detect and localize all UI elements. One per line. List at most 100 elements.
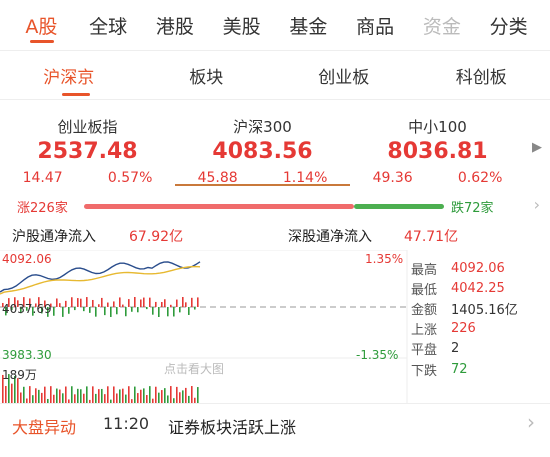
sub-tabs: 沪深京 板块 创业板 科创板 xyxy=(0,51,550,99)
tick-bar xyxy=(56,298,58,307)
market-breadth[interactable]: 涨226家 跌72家 › xyxy=(0,192,550,220)
subtab-sector[interactable]: 板块 xyxy=(138,63,276,88)
volume-bar xyxy=(26,398,28,403)
tick-bar xyxy=(131,307,133,312)
tab-category[interactable]: 分类 xyxy=(475,12,542,39)
volume-bar xyxy=(167,395,169,403)
stat-key: 平盘 xyxy=(411,343,438,359)
tick-bar xyxy=(92,299,94,307)
subtab-chinext[interactable]: 创业板 xyxy=(275,63,413,88)
tick-bar xyxy=(167,307,169,317)
tab-global[interactable]: 全球 xyxy=(75,12,142,39)
index-card-chinext[interactable]: 创业板指 2537.48 14.47 0.57% xyxy=(0,116,175,186)
decliners-bar xyxy=(354,204,444,209)
volume-bar xyxy=(29,386,31,403)
tick-bar xyxy=(188,307,190,315)
tab-us[interactable]: 美股 xyxy=(208,12,275,39)
index-card-csi300[interactable]: 沪深300 4083.56 45.88 1.14% xyxy=(175,116,350,186)
tick-bar xyxy=(134,297,136,307)
sz-connect-label: 深股通净流入 xyxy=(288,229,372,245)
volume-bar xyxy=(137,393,139,403)
tick-bar xyxy=(137,307,139,313)
tab-fund[interactable]: 基金 xyxy=(275,12,342,39)
decliners-label: 跌72家 xyxy=(451,201,494,216)
avg-price-line xyxy=(0,265,201,295)
tick-bar xyxy=(125,307,127,317)
index-card-sme100[interactable]: 中小100 8036.81 49.36 0.62% xyxy=(350,116,525,186)
tick-bar xyxy=(89,307,91,313)
tick-bar xyxy=(116,307,118,315)
expand-right-icon[interactable]: ▶ xyxy=(532,140,542,155)
stat-value: 4092.06 xyxy=(451,260,505,276)
alert-time: 11:20 xyxy=(103,414,150,433)
chart-watermark: 点击看大图 xyxy=(164,362,225,376)
tick-bar xyxy=(140,299,142,307)
volume-bar xyxy=(92,386,94,403)
volume-bar xyxy=(59,389,61,403)
subtab-star[interactable]: 科创板 xyxy=(413,63,550,88)
index-change-row: 49.36 0.62% xyxy=(350,170,525,186)
market-alert-row[interactable]: 大盘异动 11:20 证券板块活跃上涨 › xyxy=(0,404,550,444)
volume-bar xyxy=(86,386,88,403)
stat-row: 最低 4042.25 xyxy=(411,278,550,298)
tab-capital[interactable]: 资金 xyxy=(409,12,476,39)
intraday-chart[interactable]: 4092.06 1.35% 4037.69 点击看大图 3983.30 -1.3… xyxy=(0,250,550,403)
volume-bar xyxy=(194,397,196,403)
volume-bar xyxy=(134,386,136,403)
volume-bar xyxy=(107,386,109,403)
volume-bar xyxy=(176,386,178,403)
volume-bar xyxy=(65,386,67,403)
tick-bar xyxy=(95,307,97,317)
stat-row: 下跌 72 xyxy=(411,359,550,379)
tick-bar xyxy=(173,307,175,317)
volume-bar xyxy=(62,393,64,403)
volume-bar xyxy=(23,386,25,403)
tick-bar xyxy=(182,297,184,307)
volume-bar xyxy=(98,389,100,403)
stat-value: 72 xyxy=(451,361,468,377)
chevron-right-icon[interactable]: › xyxy=(534,195,540,214)
volume-bar xyxy=(47,398,49,403)
tick-bar xyxy=(176,299,178,307)
volume-bar xyxy=(191,386,193,403)
sh-connect-amount: 67.92亿 xyxy=(129,229,184,245)
tick-bar xyxy=(86,297,88,307)
volume-bar xyxy=(179,392,181,403)
chart-high-pct: 1.35% xyxy=(365,252,404,266)
index-change: 49.36 xyxy=(372,170,413,186)
tick-bar xyxy=(149,297,151,307)
volume-bar xyxy=(80,389,82,403)
volume-bar xyxy=(41,392,43,403)
volume-bar xyxy=(119,389,121,403)
volume-bar xyxy=(143,388,145,403)
index-value: 2537.48 xyxy=(37,139,138,164)
chevron-right-icon[interactable]: › xyxy=(527,410,535,434)
index-change: 14.47 xyxy=(22,170,63,186)
tab-hk[interactable]: 港股 xyxy=(142,12,209,39)
index-change-pct: 0.57% xyxy=(107,170,153,186)
tick-bar xyxy=(65,300,67,307)
volume-bar xyxy=(101,388,103,403)
stat-key: 下跌 xyxy=(411,363,438,379)
volume-bar xyxy=(32,395,34,403)
advancers-bar xyxy=(84,204,354,209)
volume-bar xyxy=(122,388,124,403)
stat-key: 最高 xyxy=(411,262,438,278)
tick-bar xyxy=(158,307,160,317)
volume-bar xyxy=(83,393,85,403)
volume-bar xyxy=(35,388,37,403)
volume-bar xyxy=(170,386,172,403)
chart-low-label: 3983.30 xyxy=(2,348,52,362)
stat-key: 最低 xyxy=(411,282,438,298)
volume-bar xyxy=(128,386,130,403)
volume-bar xyxy=(104,394,106,403)
tab-a-shares[interactable]: A股 xyxy=(8,12,75,39)
index-name: 中小100 xyxy=(408,118,467,136)
volume-bar xyxy=(11,383,13,403)
subtab-shszbj[interactable]: 沪深京 xyxy=(0,63,138,88)
index-cards: 创业板指 2537.48 14.47 0.57% 沪深300 4083.56 4… xyxy=(0,100,550,192)
tab-commodity[interactable]: 商品 xyxy=(342,12,409,39)
volume-bar xyxy=(188,395,190,403)
stat-row: 平盘 2 xyxy=(411,339,550,359)
tick-bar xyxy=(191,297,193,307)
